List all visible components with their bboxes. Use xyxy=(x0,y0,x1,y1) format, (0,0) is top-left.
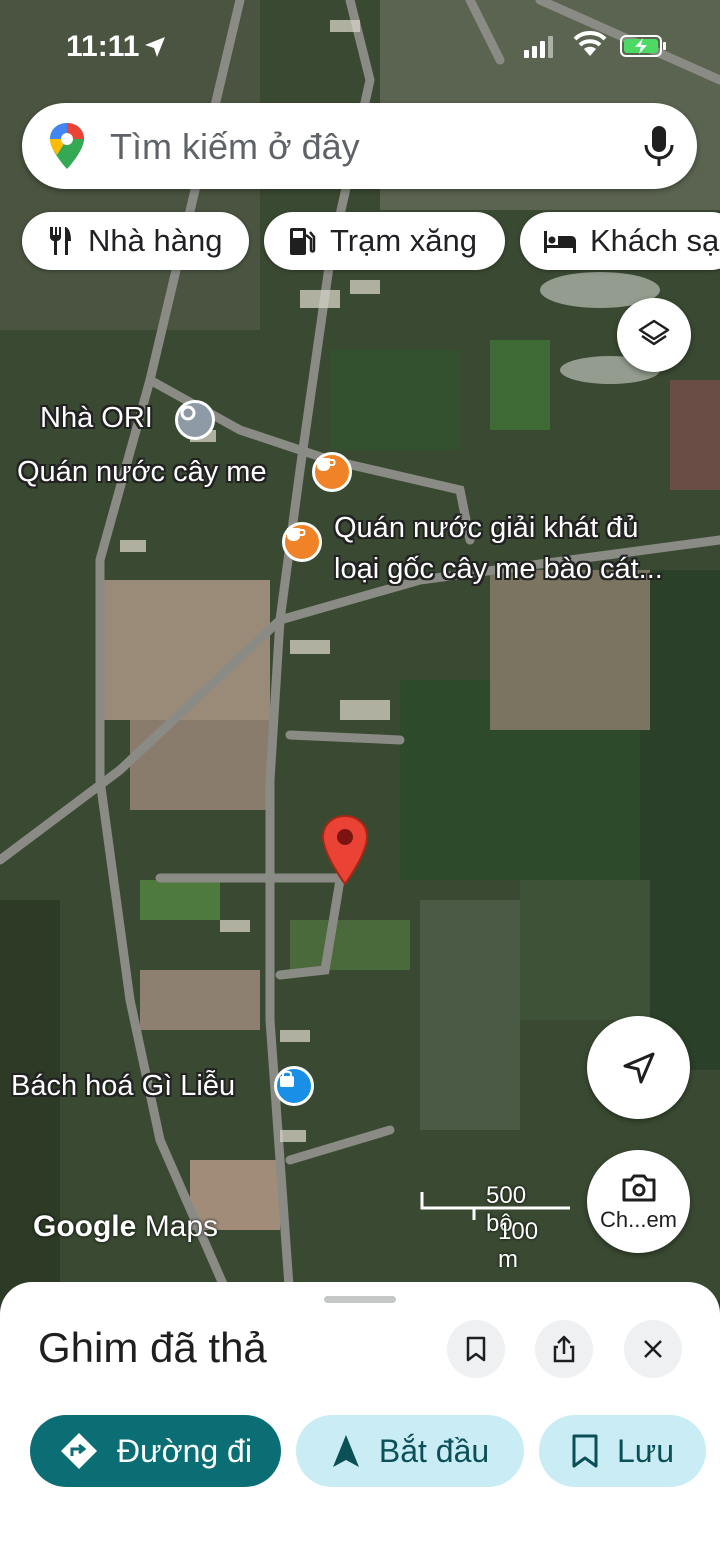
close-button[interactable] xyxy=(624,1320,682,1378)
hotel-icon xyxy=(544,231,576,253)
scale-metric: 100 m xyxy=(498,1218,539,1273)
poi-label-line2: loại gốc cây me bào cát... xyxy=(334,552,663,585)
chip-hotels[interactable]: Khách sạn xyxy=(520,212,720,270)
navigation-arrow-icon xyxy=(623,1052,654,1083)
google-wordmark: Google xyxy=(33,1210,137,1243)
bookmark-icon xyxy=(466,1336,486,1362)
share-icon xyxy=(553,1335,575,1363)
layers-icon xyxy=(638,319,670,346)
restaurant-icon xyxy=(50,227,71,255)
directions-icon xyxy=(61,1433,98,1469)
chip-label: Nhà hàng xyxy=(88,223,223,258)
poi-label-nha-ori[interactable]: Nhà ORI xyxy=(40,398,153,439)
chip-restaurants[interactable]: Nhà hàng xyxy=(22,212,249,270)
directions-label: Đường đi xyxy=(117,1432,252,1469)
shopping-bag-icon[interactable] xyxy=(274,1066,314,1106)
gas-station-icon xyxy=(290,228,316,255)
camera-icon xyxy=(622,1174,655,1201)
start-label: Bắt đầu xyxy=(378,1432,490,1469)
google-maps-logo: Google Maps xyxy=(33,1210,218,1244)
maps-wordmark: Maps xyxy=(144,1210,219,1243)
wifi-icon xyxy=(573,31,607,56)
street-view-label: Ch...em xyxy=(599,1206,678,1232)
microphone-icon[interactable] xyxy=(639,123,679,169)
drag-handle[interactable] xyxy=(324,1296,396,1303)
cellular-signal-icon xyxy=(524,36,553,58)
dropped-pin-icon[interactable] xyxy=(320,814,370,886)
status-time: 11:11 xyxy=(66,30,140,63)
chip-label: Trạm xăng xyxy=(330,223,478,258)
battery-charging-icon xyxy=(620,35,666,57)
cafe-icon[interactable] xyxy=(282,522,322,562)
poi-label-quan-nuoc-giai-khat[interactable]: Quán nước giải khát đủ loại gốc cây me b… xyxy=(334,508,663,589)
google-maps-pin-icon xyxy=(50,123,84,169)
share-button[interactable] xyxy=(535,1320,593,1378)
place-title: Ghim đã thả xyxy=(38,1324,267,1371)
search-input[interactable]: Tìm kiếm ở đây xyxy=(110,126,360,168)
bookmark-icon xyxy=(572,1434,598,1468)
close-icon xyxy=(644,1340,662,1358)
place-icon[interactable] xyxy=(175,400,215,440)
status-bar: 11:11 xyxy=(0,0,720,90)
start-button[interactable]: Bắt đầu xyxy=(296,1415,524,1487)
cafe-icon[interactable] xyxy=(312,452,352,492)
bookmark-button[interactable] xyxy=(447,1320,505,1378)
save-label: Lưu xyxy=(616,1432,674,1469)
search-bar[interactable]: Tìm kiếm ở đây xyxy=(22,103,697,189)
street-view-button[interactable]: Ch...em xyxy=(587,1150,690,1253)
poi-label-line1: Quán nước giải khát đủ xyxy=(334,512,639,544)
my-location-button[interactable] xyxy=(587,1016,690,1119)
chip-label: Khách sạn xyxy=(590,223,720,258)
chip-gas-stations[interactable]: Trạm xăng xyxy=(264,212,505,270)
location-arrow-icon xyxy=(145,37,165,57)
save-button[interactable]: Lưu xyxy=(539,1415,706,1487)
directions-button[interactable]: Đường đi xyxy=(30,1415,281,1487)
poi-label-bach-hoa[interactable]: Bách hoá Gì Liễu xyxy=(11,1066,235,1107)
bottom-sheet[interactable]: Ghim đã thả Đường đi Bắt đầu Lưu xyxy=(0,1282,720,1559)
poi-label-quan-nuoc-cay-me[interactable]: Quán nước cây me xyxy=(17,452,267,493)
layers-button[interactable] xyxy=(617,298,691,372)
navigation-icon xyxy=(332,1435,359,1467)
